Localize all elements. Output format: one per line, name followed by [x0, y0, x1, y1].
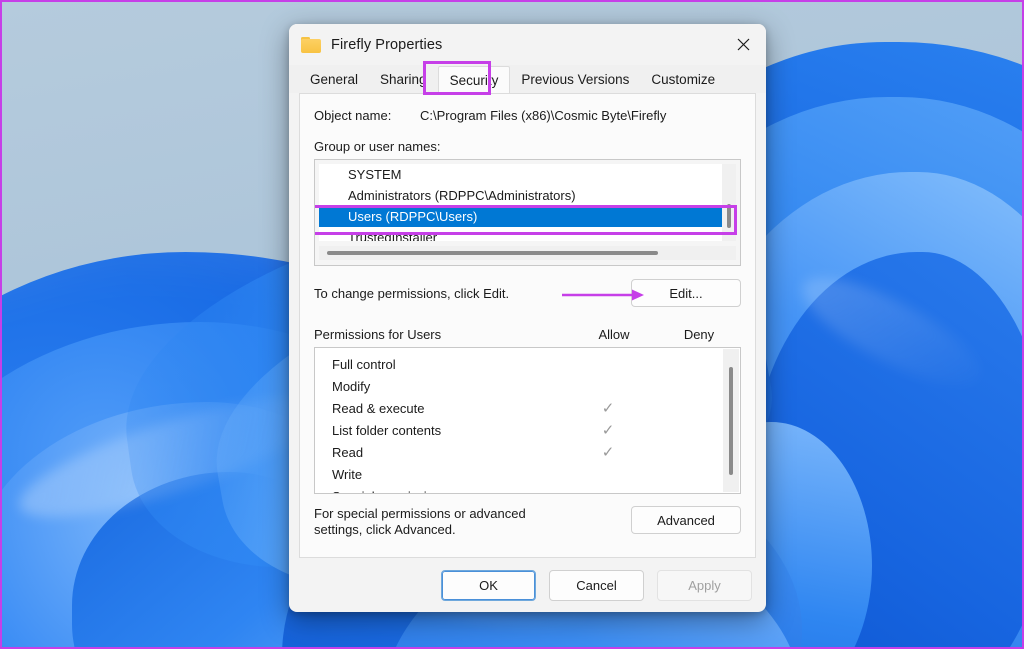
- tab-previous-versions[interactable]: Previous Versions: [510, 66, 640, 93]
- list-item-label: SYSTEM: [348, 167, 402, 182]
- tab-general-label: General: [310, 72, 359, 87]
- tab-customize-label: Customize: [651, 72, 716, 87]
- object-name-label: Object name:: [314, 108, 392, 123]
- tab-sharing[interactable]: Sharing: [369, 66, 438, 93]
- dialog-footer: OK Cancel Apply: [289, 558, 766, 612]
- group-list-vertical-scrollbar[interactable]: [722, 164, 736, 241]
- table-row[interactable]: Write: [315, 463, 723, 485]
- checkmark-icon: ✓: [601, 399, 615, 417]
- users-group-icon: [325, 189, 341, 203]
- permissions-vertical-scrollbar[interactable]: [723, 349, 739, 492]
- scrollbar-thumb[interactable]: [727, 204, 731, 228]
- close-icon[interactable]: [720, 24, 766, 65]
- list-item[interactable]: TrustedInstaller: [319, 227, 736, 241]
- security-tab-panel: Object name: C:\Program Files (x86)\Cosm…: [299, 93, 756, 558]
- scrollbar-thumb[interactable]: [327, 251, 658, 255]
- permission-allow-cell[interactable]: ✓: [565, 445, 651, 460]
- list-item-label: TrustedInstaller: [348, 230, 438, 241]
- apply-button: Apply: [657, 569, 752, 601]
- permissions-list: Full control Modify Read & execute ✓ Lis…: [315, 353, 723, 494]
- table-row[interactable]: Full control: [315, 353, 723, 375]
- edit-hint-text: To change permissions, click Edit.: [314, 285, 510, 301]
- permission-allow-cell[interactable]: ✓: [565, 401, 651, 416]
- checkmark-icon: ✓: [601, 443, 615, 461]
- permissions-deny-header: Deny: [683, 327, 715, 342]
- screen: Firefly Properties General Sharing Secur…: [0, 0, 1024, 649]
- permission-allow-cell[interactable]: ✓: [565, 423, 651, 438]
- edit-button-label: Edit...: [669, 285, 703, 301]
- tab-sharing-label: Sharing: [380, 72, 427, 87]
- group-list-horizontal-scrollbar[interactable]: [319, 246, 736, 260]
- list-item[interactable]: SYSTEM: [319, 164, 736, 185]
- permission-name: Read: [332, 444, 364, 460]
- group-user-list: SYSTEM Administrators (RDPPC\Administrat…: [319, 164, 736, 241]
- table-row[interactable]: Modify: [315, 375, 723, 397]
- annotation-arrow-to-edit: [562, 289, 644, 301]
- tab-strip: General Sharing Security Previous Versio…: [289, 61, 766, 95]
- ok-button[interactable]: OK: [441, 569, 536, 601]
- permissions-listbox[interactable]: Full control Modify Read & execute ✓ Lis…: [314, 347, 741, 494]
- scrollbar-thumb[interactable]: [729, 367, 733, 475]
- tab-customize[interactable]: Customize: [640, 66, 726, 93]
- permission-name: Modify: [332, 378, 371, 394]
- table-row[interactable]: Read & execute ✓: [315, 397, 723, 419]
- users-group-icon: [325, 231, 341, 242]
- list-item-label: Administrators (RDPPC\Administrators): [348, 188, 576, 203]
- permission-name: List folder contents: [332, 422, 442, 438]
- permission-name: Full control: [332, 356, 396, 372]
- advanced-settings-row: For special permissions or advanced sett…: [314, 506, 741, 538]
- permission-name: Write: [332, 466, 363, 482]
- permissions-header-row: Permissions for Users Allow Deny: [314, 327, 741, 342]
- users-group-icon: [325, 168, 341, 182]
- apply-button-label: Apply: [688, 577, 721, 593]
- cancel-button-label: Cancel: [576, 577, 617, 593]
- object-name-value: C:\Program Files (x86)\Cosmic Byte\Firef…: [420, 108, 667, 123]
- table-row[interactable]: Read ✓: [315, 441, 723, 463]
- tab-previous-versions-label: Previous Versions: [521, 72, 630, 87]
- table-row[interactable]: List folder contents ✓: [315, 419, 723, 441]
- edit-permissions-row: To change permissions, click Edit. Edit.…: [314, 279, 741, 307]
- advanced-button-label: Advanced: [657, 512, 715, 528]
- advanced-button[interactable]: Advanced: [631, 506, 741, 534]
- tab-security[interactable]: Security: [437, 66, 511, 93]
- object-name-row: Object name: C:\Program Files (x86)\Cosm…: [314, 108, 741, 123]
- cancel-button[interactable]: Cancel: [549, 569, 644, 601]
- dialog-titlebar: Firefly Properties: [289, 24, 766, 65]
- folder-icon: [301, 36, 321, 53]
- table-row[interactable]: Special permissions: [315, 485, 723, 494]
- checkmark-icon: ✓: [601, 421, 615, 439]
- tab-security-label: Security: [449, 72, 499, 88]
- users-group-icon: [325, 210, 341, 224]
- permissions-title: Permissions for Users: [314, 327, 442, 342]
- list-item-label: Users (RDPPC\Users): [348, 209, 478, 224]
- group-or-user-names-label: Group or user names:: [314, 139, 441, 154]
- properties-dialog: Firefly Properties General Sharing Secur…: [289, 24, 766, 612]
- permission-name: Read & execute: [332, 400, 425, 416]
- permissions-allow-header: Allow: [598, 327, 630, 342]
- list-item-selected[interactable]: Users (RDPPC\Users): [319, 206, 736, 227]
- dialog-title: Firefly Properties: [331, 36, 443, 53]
- list-item[interactable]: Administrators (RDPPC\Administrators): [319, 185, 736, 206]
- group-user-listbox[interactable]: SYSTEM Administrators (RDPPC\Administrat…: [314, 159, 741, 266]
- ok-button-label: OK: [479, 577, 498, 593]
- advanced-hint-text: For special permissions or advanced sett…: [314, 506, 526, 537]
- tab-general[interactable]: General: [299, 66, 369, 93]
- permission-name: Special permissions: [332, 489, 565, 494]
